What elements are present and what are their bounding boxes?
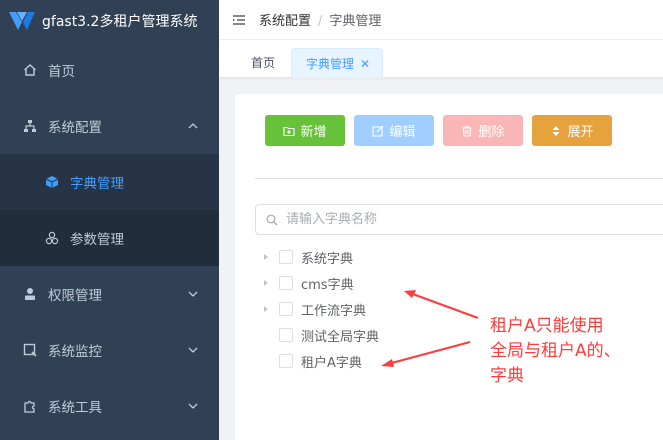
add-button-label: 新增	[300, 125, 327, 140]
edit-icon	[372, 125, 384, 137]
chevron-down-icon	[188, 347, 198, 353]
delete-button-label: 删除	[478, 125, 505, 140]
cubes-icon	[44, 230, 60, 246]
sidebar-item-system-config[interactable]: 系统配置	[0, 98, 219, 154]
tree-node-checkbox[interactable]	[279, 354, 293, 368]
divider	[255, 178, 663, 179]
tree-node[interactable]: 租户A字典	[259, 348, 379, 374]
tag-label: 字典管理	[306, 57, 355, 71]
delete-icon	[462, 125, 472, 137]
sidebar-item-label: 系统配置	[48, 120, 102, 136]
folder-add-icon	[283, 126, 296, 136]
tree-node-label: 租户A字典	[301, 355, 362, 371]
caret-right-icon[interactable]	[259, 302, 273, 316]
dict-tree: 系统字典 cms字典 工作流字典 测试全局字典 租户A字典	[259, 244, 379, 374]
tree-node[interactable]: 测试全局字典	[259, 322, 379, 348]
sidebar-item-tools[interactable]: 系统工具	[0, 378, 219, 434]
add-button[interactable]: 新增	[265, 115, 345, 146]
search-box	[255, 204, 663, 235]
delete-button[interactable]: 删除	[443, 115, 523, 146]
chevron-down-icon	[188, 403, 198, 409]
tag-dict-manage[interactable]: 字典管理 ✕	[291, 48, 384, 79]
close-icon[interactable]: ✕	[360, 49, 370, 79]
tree-node[interactable]: 系统字典	[259, 244, 379, 270]
submenu-system-config: 字典管理 参数管理	[0, 154, 219, 266]
sidebar-item-dict-manage[interactable]: 字典管理	[0, 154, 219, 210]
sidebar-item-param-manage[interactable]: 参数管理	[0, 210, 219, 266]
sidebar-item-label: 参数管理	[70, 232, 124, 248]
sidebar-item-label: 系统工具	[48, 400, 102, 416]
sidebar-item-monitor[interactable]: 系统监控	[0, 322, 219, 378]
edit-button[interactable]: 编辑	[354, 115, 434, 146]
expand-button[interactable]: 展开	[532, 115, 612, 146]
puzzle-icon	[22, 398, 38, 414]
hamburger-icon[interactable]	[231, 12, 247, 28]
annotation-line: 租户A只能使用	[490, 316, 604, 336]
annotation-line: 全局与租户A的、	[490, 341, 621, 361]
sidebar-item-label: 首页	[48, 64, 75, 80]
chevron-up-icon	[188, 123, 198, 129]
dict-name-search-input[interactable]	[286, 212, 586, 227]
sidebar: gfast3.2多租户管理系统 首页 系统配置 字典管理 参数管理 权限管理 系…	[0, 0, 219, 440]
chevron-down-icon	[188, 291, 198, 297]
breadcrumb-item[interactable]: 系统配置	[259, 14, 311, 29]
breadcrumb: 系统配置 / 字典管理	[259, 10, 381, 29]
tree-node-checkbox[interactable]	[279, 250, 293, 264]
tree-node-label: 系统字典	[301, 251, 354, 267]
tree-node[interactable]: cms字典	[259, 270, 379, 296]
user-icon	[22, 286, 38, 302]
annotation-note: 租户A只能使用 全局与租户A的、 字典	[490, 314, 621, 389]
search-icon	[266, 214, 278, 225]
breadcrumb-current: 字典管理	[329, 14, 382, 29]
cube-icon	[44, 174, 60, 190]
caret-placeholder	[259, 328, 273, 342]
tree-node-checkbox[interactable]	[279, 328, 293, 342]
sidebar-item-label: 权限管理	[48, 288, 102, 304]
brand[interactable]: gfast3.2多租户管理系统	[0, 0, 219, 42]
brand-title: gfast3.2多租户管理系统	[42, 14, 198, 30]
sidebar-item-label: 系统监控	[48, 344, 102, 360]
tree-node-checkbox[interactable]	[279, 276, 293, 290]
tree-node-label: 测试全局字典	[301, 329, 380, 345]
expand-button-label: 展开	[567, 125, 594, 140]
tree-node[interactable]: 工作流字典	[259, 296, 379, 322]
sitemap-icon	[22, 118, 38, 134]
caret-placeholder	[259, 354, 273, 368]
navbar: 系统配置 / 字典管理	[219, 0, 663, 40]
breadcrumb-separator: /	[318, 14, 323, 29]
sidebar-item-home[interactable]: 首页	[0, 42, 219, 98]
tree-node-label: 工作流字典	[301, 303, 367, 319]
tree-node-label: cms字典	[301, 277, 354, 293]
sidebar-item-permission[interactable]: 权限管理	[0, 266, 219, 322]
tags-view: 首页 字典管理 ✕	[219, 40, 663, 78]
edit-button-label: 编辑	[389, 125, 416, 140]
caret-right-icon[interactable]	[259, 250, 273, 264]
sort-icon	[552, 125, 560, 136]
tree-node-checkbox[interactable]	[279, 302, 293, 316]
monitor-icon	[22, 342, 38, 358]
sidebar-item-label: 字典管理	[70, 176, 124, 192]
home-icon	[22, 62, 38, 78]
tag-label: 首页	[251, 56, 276, 70]
tag-home[interactable]: 首页	[237, 48, 289, 78]
caret-right-icon[interactable]	[259, 276, 273, 290]
annotation-line: 字典	[490, 366, 524, 386]
logo-icon	[9, 12, 35, 30]
